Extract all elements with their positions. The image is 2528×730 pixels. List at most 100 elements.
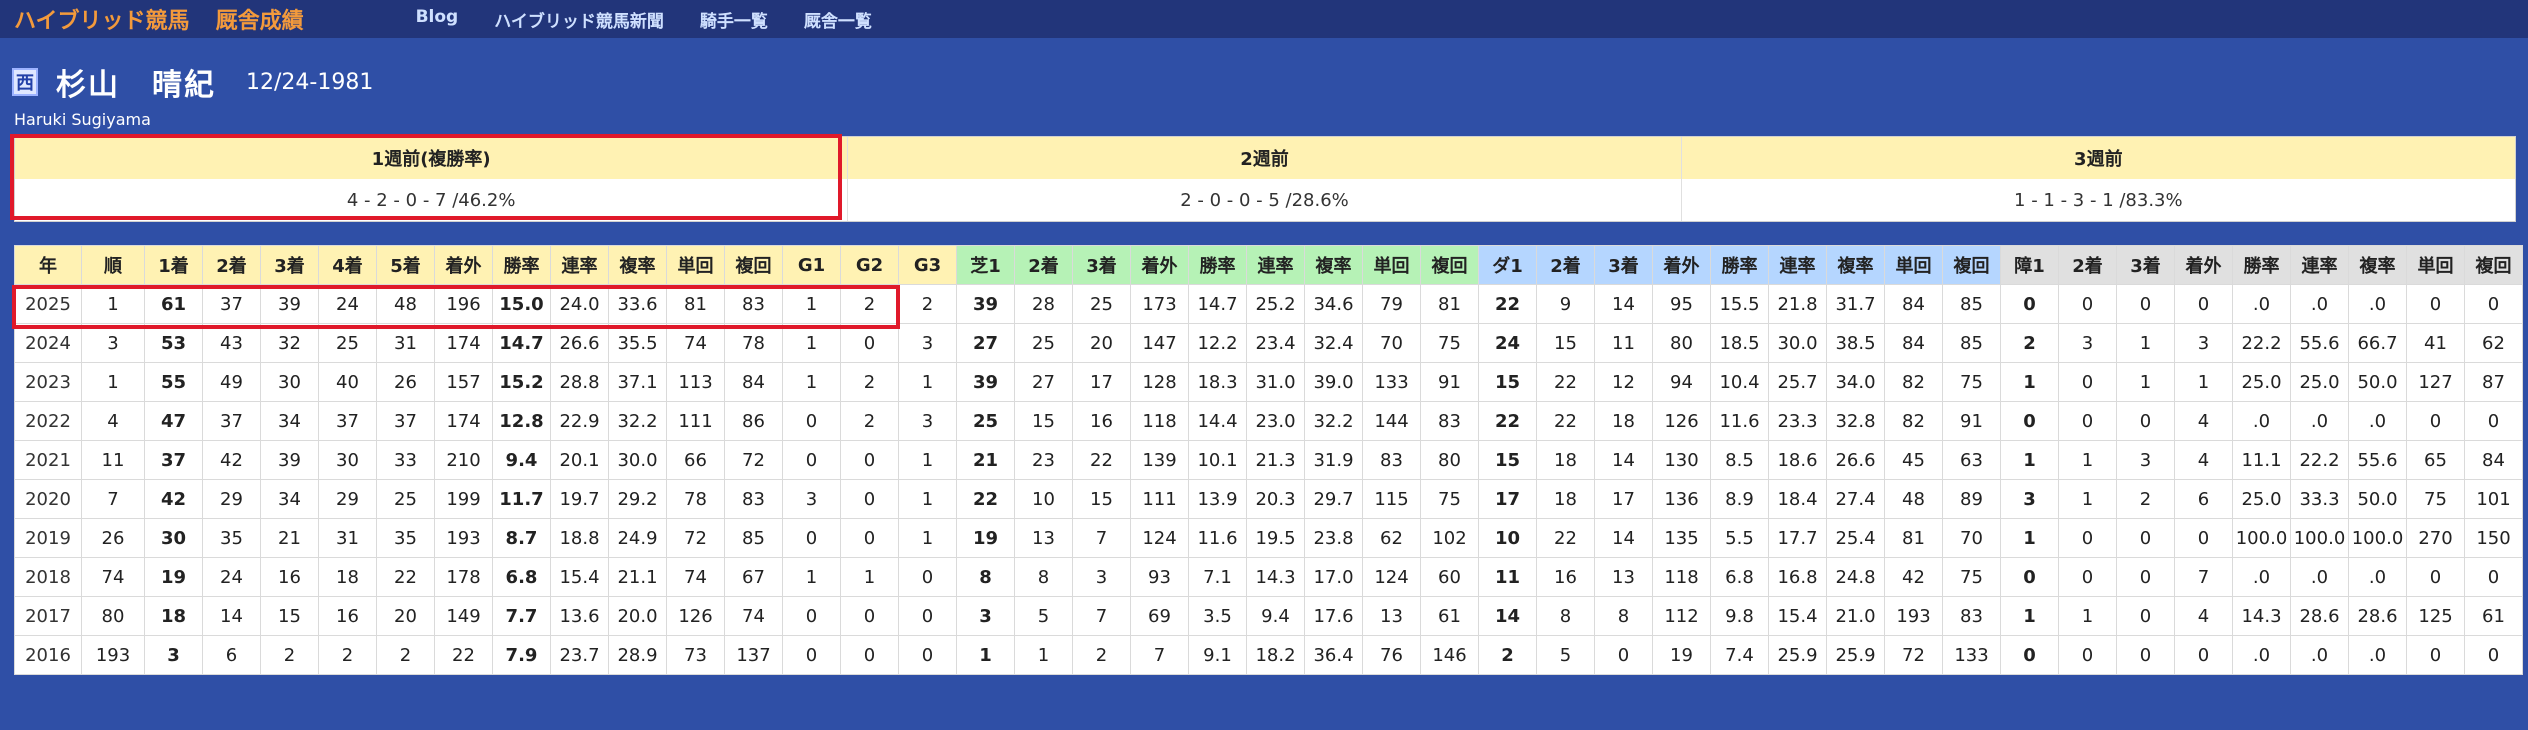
table-cell: 22 (1536, 518, 1595, 558)
table-cell: 1 (2058, 479, 2117, 519)
table-cell: 5 (1014, 596, 1073, 636)
table-cell: 6.8 (1710, 557, 1769, 597)
table-cell: 9.1 (1188, 635, 1247, 675)
table-cell: 0 (2116, 596, 2175, 636)
table-cell: 11 (1478, 557, 1537, 597)
site-title[interactable]: ハイブリッド競馬 (14, 3, 190, 35)
table-cell: 5 (1536, 635, 1595, 675)
table-cell: 1 (81, 362, 145, 402)
table-cell: 17.6 (1304, 596, 1363, 636)
table-cell: 3 (898, 323, 957, 363)
nav-link-stables[interactable]: 厩舎一覧 (804, 7, 872, 32)
table-cell: 20.1 (550, 440, 609, 480)
column-header: 単回 (2406, 245, 2465, 285)
table-cell: 0 (2058, 362, 2117, 402)
table-cell: 18.5 (1710, 323, 1769, 363)
table-cell: 3 (2116, 440, 2175, 480)
year-cell: 2021 (14, 440, 82, 480)
table-cell: 8.9 (1710, 479, 1769, 519)
nav-link-blog[interactable]: Blog (416, 7, 459, 32)
column-header: 複回 (724, 245, 783, 285)
site-subtitle[interactable]: 厩舎成績 (216, 3, 304, 35)
table-cell: 1 (2000, 518, 2059, 558)
table-cell: 37 (144, 440, 203, 480)
table-cell: 75 (1420, 479, 1479, 519)
table-cell: 0 (2000, 284, 2059, 324)
table-cell: 18 (144, 596, 203, 636)
table-cell: 1 (898, 479, 957, 519)
table-cell: 11 (81, 440, 145, 480)
table-cell: 50.0 (2348, 479, 2407, 519)
table-cell: 34 (260, 479, 319, 519)
table-cell: 15 (1536, 323, 1595, 363)
column-header: 勝率 (1188, 245, 1247, 285)
summary-week-2: 2週前 2 - 0 - 0 - 5 /28.6% (848, 137, 1682, 221)
table-body: 2025 1 61 37 39 24 48 196 15.0 24.0 33.6 81 83 1 2 2 39 2… (14, 284, 2523, 675)
column-header: 4着 (318, 245, 377, 285)
table-cell: 127 (2406, 362, 2465, 402)
table-cell: 0 (840, 518, 899, 558)
table-cell: 3 (2058, 323, 2117, 363)
top-bar: ハイブリッド競馬 厩舎成績 Blog ハイブリッド競馬新聞 騎手一覧 厩舎一覧 (0, 0, 2528, 38)
table-cell: 0 (840, 323, 899, 363)
table-cell: 193 (81, 635, 145, 675)
table-cell: 1 (2000, 596, 2059, 636)
table-cell: 17 (1478, 479, 1537, 519)
table-cell: 3 (1072, 557, 1131, 597)
column-header: 3着 (260, 245, 319, 285)
table-cell: 125 (2406, 596, 2465, 636)
column-header: 複回 (1942, 245, 2001, 285)
table-cell: 19.7 (550, 479, 609, 519)
table-cell: .0 (2290, 284, 2349, 324)
table-cell: 0 (898, 596, 957, 636)
table-cell: 84 (2464, 440, 2523, 480)
table-cell: .0 (2232, 557, 2291, 597)
table-row: 2019 26 30 35 21 31 35 193 8.7 18.8 24.9 72 85 0 0 1 19 1… (14, 518, 2523, 558)
table-cell: 23.4 (1246, 323, 1305, 363)
table-cell: 66 (666, 440, 725, 480)
table-cell: 25.4 (1826, 518, 1885, 558)
column-header: 連率 (2290, 245, 2349, 285)
table-cell: 70 (1942, 518, 2001, 558)
table-cell: 83 (724, 284, 783, 324)
table-cell: 22.2 (2290, 440, 2349, 480)
table-cell: 69 (1130, 596, 1189, 636)
table-cell: 0 (840, 635, 899, 675)
table-cell: 79 (1362, 284, 1421, 324)
table-cell: 0 (2116, 401, 2175, 441)
table-cell: 20 (376, 596, 435, 636)
table-cell: 63 (1942, 440, 2001, 480)
nav-link-newspaper[interactable]: ハイブリッド競馬新聞 (494, 7, 664, 32)
year-cell: 2025 (14, 284, 82, 324)
table-cell: 3 (782, 479, 841, 519)
table-cell: 62 (2464, 323, 2523, 363)
table-cell: 7.4 (1710, 635, 1769, 675)
table-cell: 37 (202, 401, 261, 441)
table-cell: 14 (1594, 440, 1653, 480)
table-cell: 25 (1014, 323, 1073, 363)
summary-head: 2週前 (848, 137, 1681, 179)
table-cell: 0 (2000, 557, 2059, 597)
table-cell: 22 (1536, 362, 1595, 402)
table-cell: 15.5 (1710, 284, 1769, 324)
table-cell: 0 (2058, 557, 2117, 597)
table-cell: 0 (2174, 284, 2233, 324)
table-cell: .0 (2348, 284, 2407, 324)
table-cell: 35 (376, 518, 435, 558)
table-cell: 0 (898, 557, 957, 597)
table-cell: 38.5 (1826, 323, 1885, 363)
table-cell: 15.4 (1768, 596, 1827, 636)
name-romaji: Haruki Sugiyama (14, 110, 151, 129)
nav-link-jockeys[interactable]: 騎手一覧 (700, 7, 768, 32)
table-cell: 7 (2174, 557, 2233, 597)
table-cell: 100.0 (2290, 518, 2349, 558)
table-cell: 1 (898, 518, 957, 558)
table-cell: 33.6 (608, 284, 667, 324)
table-cell: 1 (2000, 362, 2059, 402)
table-cell: 74 (81, 557, 145, 597)
table-cell: 87 (2464, 362, 2523, 402)
table-cell: 86 (724, 401, 783, 441)
yearly-stats-table: 年順 1着 2着 3着 4着 5着 着外 勝率 連率 複率 単回 複回 G1 G2 G3 芝1 2着 3着 着外 勝率… (14, 245, 2523, 675)
column-header: G2 (840, 245, 899, 285)
table-cell: 25 (318, 323, 377, 363)
